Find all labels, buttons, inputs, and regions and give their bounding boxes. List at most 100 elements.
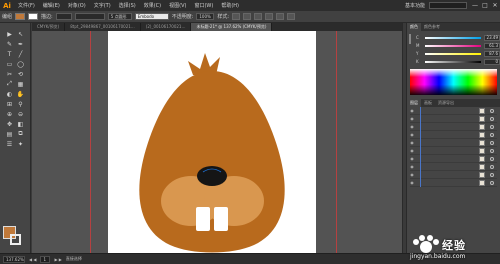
visibility-eye-icon[interactable]: ◉	[410, 140, 414, 145]
slider-cyan[interactable]: C 23.49	[416, 34, 500, 41]
visibility-eye-icon[interactable]: ◉	[410, 180, 414, 185]
slider-magenta[interactable]: M 61.3	[416, 42, 500, 49]
transform-icon[interactable]	[287, 13, 296, 20]
visibility-eye-icon[interactable]: ◉	[410, 132, 414, 137]
zoom-level[interactable]: 137.62%	[3, 255, 25, 263]
visibility-eye-icon[interactable]: ◉	[410, 116, 414, 121]
graphic-style-select[interactable]: Embodo	[134, 13, 169, 20]
type-tool-icon[interactable]: T	[4, 49, 15, 59]
artboard-number[interactable]: 1	[40, 255, 51, 263]
layer-row[interactable]: ◉	[410, 154, 497, 163]
visibility-eye-icon[interactable]: ◉	[410, 148, 414, 153]
blob-brush-tool-icon[interactable]: ✦	[15, 139, 26, 149]
ellipse-tool-icon[interactable]: ◯	[15, 59, 26, 69]
layer-row[interactable]: ◉	[410, 146, 497, 155]
artboard-nav-next-icon[interactable]: ▶ ▶	[54, 257, 61, 262]
align-center-icon[interactable]	[265, 13, 274, 20]
slider-black[interactable]: K 0	[416, 58, 500, 65]
style-swatch[interactable]	[232, 13, 241, 20]
slider-track-cyan[interactable]	[425, 36, 481, 39]
workspace-switcher[interactable]: 基本功能	[401, 2, 429, 9]
layer-target-icon[interactable]	[490, 148, 494, 153]
document-tab[interactable]: CMYK/预览)	[32, 23, 66, 31]
layer-row[interactable]: ◉	[410, 138, 497, 147]
layer-row[interactable]: ◉	[410, 130, 497, 139]
pen-tool-icon[interactable]: ✒	[15, 39, 26, 49]
layer-row[interactable]: ◉	[410, 106, 497, 115]
menu-edit[interactable]: 编辑(E)	[39, 2, 64, 9]
layer-target-icon[interactable]	[490, 116, 494, 121]
align-right-icon[interactable]	[276, 13, 285, 20]
tab-color[interactable]: 颜色	[407, 23, 421, 31]
document-tab-active[interactable]: 未标题-21* @ 137.62% (CMYK/预览)	[191, 23, 273, 31]
layer-target-icon[interactable]	[490, 164, 494, 169]
visibility-eye-icon[interactable]: ◉	[410, 108, 414, 113]
eyedropper-tool-icon[interactable]: ⚲	[15, 99, 26, 109]
layer-target-icon[interactable]	[490, 124, 494, 129]
menu-view[interactable]: 视图(V)	[165, 2, 190, 9]
align-left-icon[interactable]	[254, 13, 263, 20]
variable-width-profile[interactable]	[74, 13, 105, 20]
menu-select[interactable]: 选择(S)	[115, 2, 140, 9]
gradient-tool-icon[interactable]: ◐	[4, 89, 15, 99]
layer-row[interactable]: ◉	[410, 170, 497, 179]
layer-row[interactable]: ◉	[410, 122, 497, 131]
beaver-head[interactable]	[139, 71, 285, 253]
stroke-weight-input[interactable]	[55, 13, 72, 20]
visibility-eye-icon[interactable]: ◉	[410, 172, 414, 177]
layer-row[interactable]: ◉	[410, 114, 497, 123]
tab-asset-export[interactable]: 资源导出	[435, 99, 457, 107]
artboard[interactable]	[108, 31, 316, 253]
menu-file[interactable]: 文件(F)	[14, 2, 39, 9]
zoom-out-tool-icon[interactable]: ⊖	[15, 109, 26, 119]
slider-track-black[interactable]	[425, 60, 481, 63]
beaver-illustration[interactable]	[108, 31, 316, 253]
layer-row[interactable]: ◉	[410, 178, 497, 187]
layer-target-icon[interactable]	[490, 132, 494, 137]
slice-tool-icon[interactable]: ⧉	[15, 129, 26, 139]
scale-tool-icon[interactable]: ⤢	[4, 79, 15, 89]
free-transform-tool-icon[interactable]: ✥	[4, 119, 15, 129]
graph-tool-icon[interactable]: ▤	[4, 129, 15, 139]
layer-target-icon[interactable]	[490, 180, 494, 185]
zoom-in-tool-icon[interactable]: ⊕	[4, 109, 15, 119]
menu-effect[interactable]: 效果(C)	[140, 2, 165, 9]
document-tab[interactable]: (2)_00106170021…	[141, 23, 192, 31]
rotate-tool-icon[interactable]: ⟲	[15, 69, 26, 79]
visibility-eye-icon[interactable]: ◉	[410, 156, 414, 161]
tab-artboards[interactable]: 画板	[421, 99, 435, 107]
visibility-eye-icon[interactable]: ◉	[410, 124, 414, 129]
left-tooth[interactable]	[196, 207, 210, 231]
tab-color-guide[interactable]: 颜色参考	[421, 23, 443, 31]
maximize-button[interactable]: □	[480, 0, 490, 11]
slider-yellow[interactable]: Y 87.6	[416, 50, 500, 57]
tab-layers[interactable]: 图层	[407, 99, 421, 107]
menu-window[interactable]: 窗口(W)	[190, 2, 217, 9]
artboard-nav-icon[interactable]: ◀ ◀	[29, 257, 36, 262]
opacity-input[interactable]: 100%	[196, 13, 215, 20]
color-spectrum[interactable]	[410, 69, 497, 95]
layer-target-icon[interactable]	[490, 156, 494, 161]
document-tab[interactable]: 8tpt_29849867_00106170021…	[65, 23, 141, 31]
search-input[interactable]	[429, 2, 467, 9]
right-tooth[interactable]	[214, 207, 228, 231]
recolor-artwork-icon[interactable]	[243, 13, 252, 20]
symbol-tool-icon[interactable]: ☰	[4, 139, 15, 149]
menu-help[interactable]: 帮助(H)	[217, 2, 243, 9]
canvas-area[interactable]	[32, 31, 402, 253]
close-button[interactable]: ✕	[490, 0, 500, 11]
fill-swatch[interactable]	[15, 13, 26, 20]
line-tool-icon[interactable]: ╱	[15, 49, 26, 59]
slider-track-yellow[interactable]	[425, 52, 481, 55]
menu-object[interactable]: 对象(O)	[64, 2, 90, 9]
shape-builder-tool-icon[interactable]: ◧	[15, 119, 26, 129]
rectangle-tool-icon[interactable]: ▭	[4, 59, 15, 69]
minimize-button[interactable]: —	[470, 0, 480, 11]
current-fill-chip[interactable]	[409, 34, 411, 44]
selection-tool-icon[interactable]: ▶	[4, 29, 15, 39]
hand-tool-icon[interactable]: ✋	[15, 89, 26, 99]
layer-row[interactable]: ◉	[410, 162, 497, 171]
direct-selection-tool-icon[interactable]: ↖	[15, 29, 26, 39]
mesh-tool-icon[interactable]: ▦	[15, 79, 26, 89]
layer-target-icon[interactable]	[490, 140, 494, 145]
